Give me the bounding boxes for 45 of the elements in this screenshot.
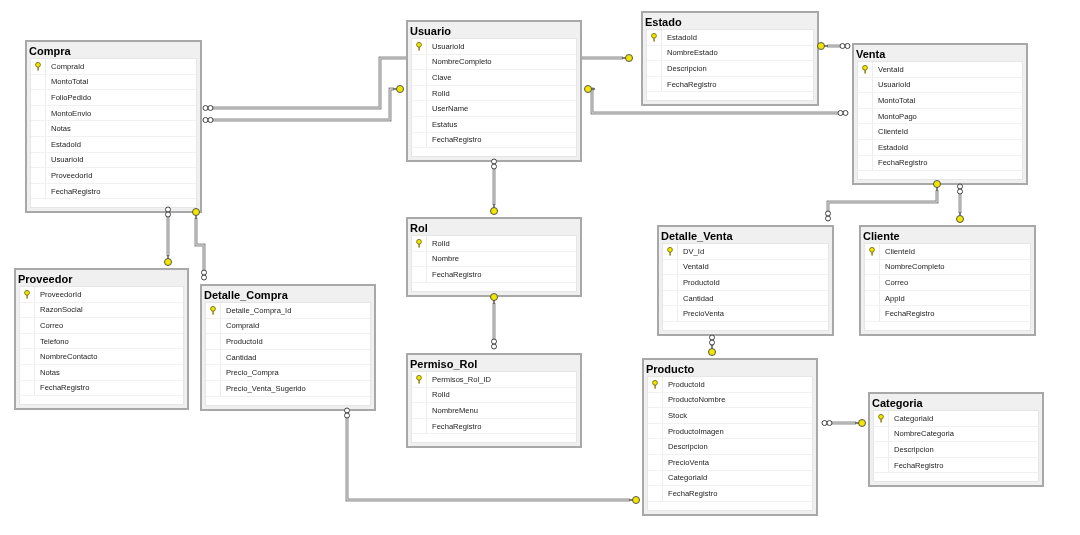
infinity-icon <box>837 110 849 116</box>
infinity-icon <box>491 338 497 350</box>
key-icon <box>628 496 640 504</box>
key-icon <box>854 419 866 427</box>
infinity-icon <box>202 105 214 111</box>
key-icon <box>708 344 716 356</box>
table-title: Rol <box>409 221 429 235</box>
key-icon <box>817 42 829 50</box>
connector-line <box>830 421 857 425</box>
connector-line <box>492 302 496 341</box>
infinity-icon <box>344 407 350 419</box>
infinity-icon <box>201 269 207 281</box>
infinity-icon <box>821 420 833 426</box>
connector-line <box>492 167 496 206</box>
table-title: Proveedor <box>17 272 74 286</box>
key-icon <box>490 293 498 305</box>
table-title: Permiso_Rol <box>409 357 479 371</box>
table-title: Estado <box>644 15 683 29</box>
key-icon <box>490 203 498 215</box>
table-title: Detalle_Compra <box>203 288 289 302</box>
infinity-icon <box>165 206 171 218</box>
connector-line <box>166 215 170 257</box>
table-title: Producto <box>645 362 696 376</box>
infinity-icon <box>825 210 831 222</box>
key-icon <box>933 180 941 192</box>
table-title: Compra <box>28 44 72 58</box>
infinity-icon <box>202 117 214 123</box>
connector-line <box>194 217 206 272</box>
key-icon <box>392 85 404 93</box>
table-title: Usuario <box>409 24 452 38</box>
key-icon <box>956 211 964 223</box>
table-title: Cliente <box>862 229 901 243</box>
key-icon <box>164 254 172 266</box>
infinity-icon <box>957 183 963 195</box>
key-icon <box>584 85 596 93</box>
table-title: Detalle_Venta <box>660 229 734 243</box>
table-title: Venta <box>855 47 887 61</box>
key-icon <box>192 208 200 220</box>
table-title: Categoria <box>871 396 924 410</box>
connector-line <box>958 192 962 214</box>
infinity-icon <box>839 43 851 49</box>
connector-line <box>710 343 714 347</box>
infinity-icon <box>709 334 715 346</box>
key-icon <box>621 54 633 62</box>
infinity-icon <box>491 158 497 170</box>
